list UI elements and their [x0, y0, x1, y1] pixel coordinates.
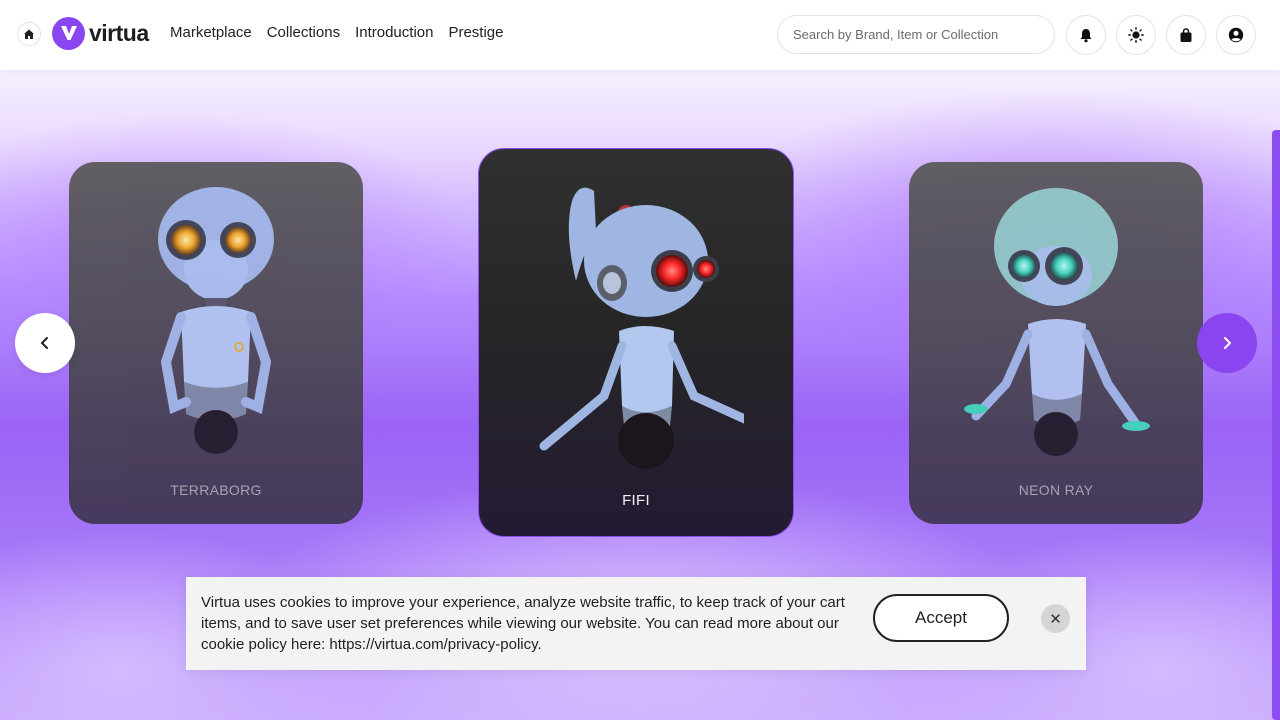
search-box: [777, 15, 1055, 54]
cookie-message: Virtua uses cookies to improve your expe…: [201, 594, 845, 653]
top-header: virtua Marketplace Collections Introduct…: [0, 0, 1280, 70]
carousel-next-button[interactable]: [1197, 313, 1257, 373]
main-nav: Marketplace Collections Introduction Pre…: [170, 24, 504, 41]
logo-mark: [52, 16, 85, 50]
card-title: NEON RAY: [1018, 482, 1094, 498]
carousel-prev-button[interactable]: [15, 313, 75, 373]
robot-image: [539, 187, 744, 469]
bell-icon: [1080, 28, 1092, 42]
logo-text: virtua: [89, 19, 149, 46]
theme-toggle-button[interactable]: [1116, 15, 1156, 55]
nav-prestige[interactable]: Prestige: [448, 24, 503, 41]
notifications-button[interactable]: [1066, 15, 1106, 55]
home-button[interactable]: [17, 22, 41, 46]
shopping-bag-icon: [1180, 27, 1192, 42]
nft-card-neon-ray[interactable]: NEON RAY: [909, 162, 1203, 524]
close-banner-button[interactable]: ✕: [1041, 604, 1070, 633]
nft-card-fifi[interactable]: FIFI: [478, 148, 794, 537]
chevron-left-icon: [41, 337, 48, 349]
account-button[interactable]: [1216, 15, 1256, 55]
close-icon: ✕: [1049, 610, 1062, 628]
cookie-banner: Virtua uses cookies to improve your expe…: [186, 577, 1086, 670]
card-title: FIFI: [622, 492, 650, 509]
robot-image: [158, 187, 274, 454]
nav-marketplace[interactable]: Marketplace: [170, 24, 252, 41]
cart-button[interactable]: [1166, 15, 1206, 55]
robot-image: [964, 188, 1150, 456]
search-input[interactable]: [793, 27, 1043, 42]
home-icon: [24, 29, 34, 39]
sun-icon: [1128, 27, 1144, 43]
page-scrollbar[interactable]: [1272, 130, 1280, 720]
nav-introduction[interactable]: Introduction: [355, 24, 433, 41]
accept-cookies-button[interactable]: Accept: [873, 594, 1009, 642]
user-icon: [1228, 27, 1244, 43]
nft-card-terraborg[interactable]: TERRABORG: [69, 162, 363, 524]
nav-collections[interactable]: Collections: [267, 24, 340, 41]
card-title: TERRABORG: [170, 482, 262, 498]
virtua-logo[interactable]: virtua: [52, 16, 149, 50]
chevron-right-icon: [1224, 337, 1231, 349]
